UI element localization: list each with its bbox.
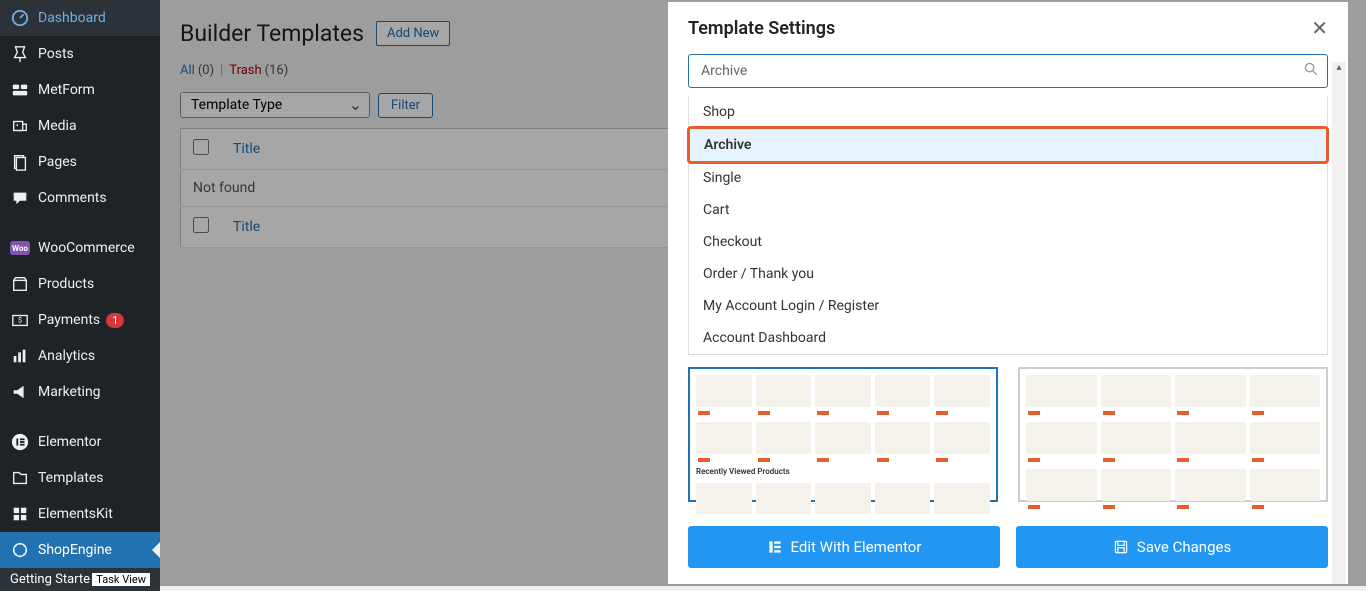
preview-label: Recently Viewed Products (696, 467, 990, 476)
edit-elementor-button[interactable]: Edit With Elementor (688, 526, 1000, 568)
metform-icon (10, 80, 30, 100)
sidebar-label: ShopEngine (38, 542, 112, 558)
scrollbar-track[interactable]: ▴ (1332, 62, 1346, 584)
sidebar-label: ElementsKit (38, 506, 113, 522)
sidebar-label: Marketing (38, 384, 101, 400)
sidebar-item-metform[interactable]: MetForm (0, 72, 160, 108)
products-icon (10, 274, 30, 294)
sidebar-item-payments[interactable]: $ Payments 1 (0, 302, 160, 338)
active-arrow-icon (152, 542, 160, 558)
dropdown-option-shop[interactable]: Shop (689, 96, 1327, 128)
dropdown-option-single[interactable]: Single (689, 162, 1327, 194)
sidebar-label: WooCommerce (38, 240, 135, 256)
type-dropdown: Shop Archive Single Cart Checkout Order … (688, 96, 1328, 355)
sidebar-item-analytics[interactable]: Analytics (0, 338, 160, 374)
elementor-icon (767, 539, 783, 555)
sidebar-label: Templates (38, 470, 104, 486)
close-icon[interactable]: ✕ (1311, 16, 1328, 40)
shopengine-icon (10, 540, 30, 560)
dropdown-option-cart[interactable]: Cart (689, 194, 1327, 226)
pin-icon (10, 44, 30, 64)
sidebar-item-dashboard[interactable]: Dashboard (0, 0, 160, 36)
task-view-badge: Task View (92, 573, 150, 586)
save-btn-label: Save Changes (1137, 538, 1231, 556)
elementskit-icon (10, 504, 30, 524)
media-icon (10, 116, 30, 136)
panel-title: Template Settings (688, 18, 835, 39)
bottom-label: Getting Starte (10, 572, 92, 587)
sidebar-label: Analytics (38, 348, 95, 364)
comments-icon (10, 188, 30, 208)
marketing-icon (10, 382, 30, 402)
search-icon (1304, 62, 1318, 76)
dashboard-icon (10, 8, 30, 28)
payments-icon: $ (10, 310, 30, 330)
template-settings-panel: Template Settings ✕ Shop Archive Single … (668, 2, 1348, 584)
svg-text:$: $ (18, 316, 22, 325)
sidebar-item-woocommerce[interactable]: Woo WooCommerce (0, 230, 160, 266)
dropdown-option-order[interactable]: Order / Thank you (689, 258, 1327, 290)
elementor-icon (10, 432, 30, 452)
sidebar-item-elementskit[interactable]: ElementsKit (0, 496, 160, 532)
dropdown-option-checkout[interactable]: Checkout (689, 226, 1327, 258)
sidebar-label: Comments (38, 190, 107, 206)
sidebar-label: Products (38, 276, 94, 292)
sidebar-bottom[interactable]: Getting Starte Task View (0, 568, 160, 591)
admin-sidebar: Dashboard Posts MetForm Media Pages Comm… (0, 0, 160, 586)
dropdown-option-account-login[interactable]: My Account Login / Register (689, 290, 1327, 322)
edit-btn-label: Edit With Elementor (791, 538, 922, 556)
sidebar-item-shopengine[interactable]: ShopEngine (0, 532, 160, 568)
template-preview-area: Recently Viewed Products Start Building … (668, 355, 1348, 514)
panel-footer: Edit With Elementor Save Changes (668, 514, 1348, 584)
scroll-up-icon[interactable]: ▴ (1332, 62, 1346, 73)
sidebar-item-templates[interactable]: Templates (0, 460, 160, 496)
sidebar-label: Posts (38, 46, 74, 62)
sidebar-label: Media (38, 118, 77, 134)
sidebar-label: Pages (38, 154, 77, 170)
woo-icon: Woo (10, 238, 30, 258)
sidebar-item-products[interactable]: Products (0, 266, 160, 302)
sidebar-item-elementor[interactable]: Elementor (0, 424, 160, 460)
save-icon (1113, 539, 1129, 555)
pages-icon (10, 152, 30, 172)
sidebar-item-media[interactable]: Media (0, 108, 160, 144)
search-wrap (668, 54, 1348, 96)
analytics-icon (10, 346, 30, 366)
dropdown-option-account-dashboard[interactable]: Account Dashboard (689, 322, 1327, 354)
sidebar-label: Payments (38, 312, 100, 328)
preview-card-1[interactable]: Recently Viewed Products (688, 367, 998, 502)
templates-icon (10, 468, 30, 488)
sidebar-item-marketing[interactable]: Marketing (0, 374, 160, 410)
save-changes-button[interactable]: Save Changes (1016, 526, 1328, 568)
svg-text:Woo: Woo (12, 244, 28, 253)
sidebar-item-posts[interactable]: Posts (0, 36, 160, 72)
panel-header: Template Settings ✕ (668, 2, 1348, 54)
preview-card-2[interactable]: Start Building Your eCommerce (1018, 367, 1328, 502)
sidebar-label: MetForm (38, 82, 95, 98)
sidebar-label: Elementor (38, 434, 101, 450)
sidebar-item-comments[interactable]: Comments (0, 180, 160, 216)
type-search-input[interactable] (688, 54, 1328, 88)
dropdown-option-archive[interactable]: Archive (687, 126, 1329, 164)
sidebar-item-pages[interactable]: Pages (0, 144, 160, 180)
sidebar-label: Dashboard (38, 10, 106, 26)
payments-badge: 1 (106, 313, 124, 328)
